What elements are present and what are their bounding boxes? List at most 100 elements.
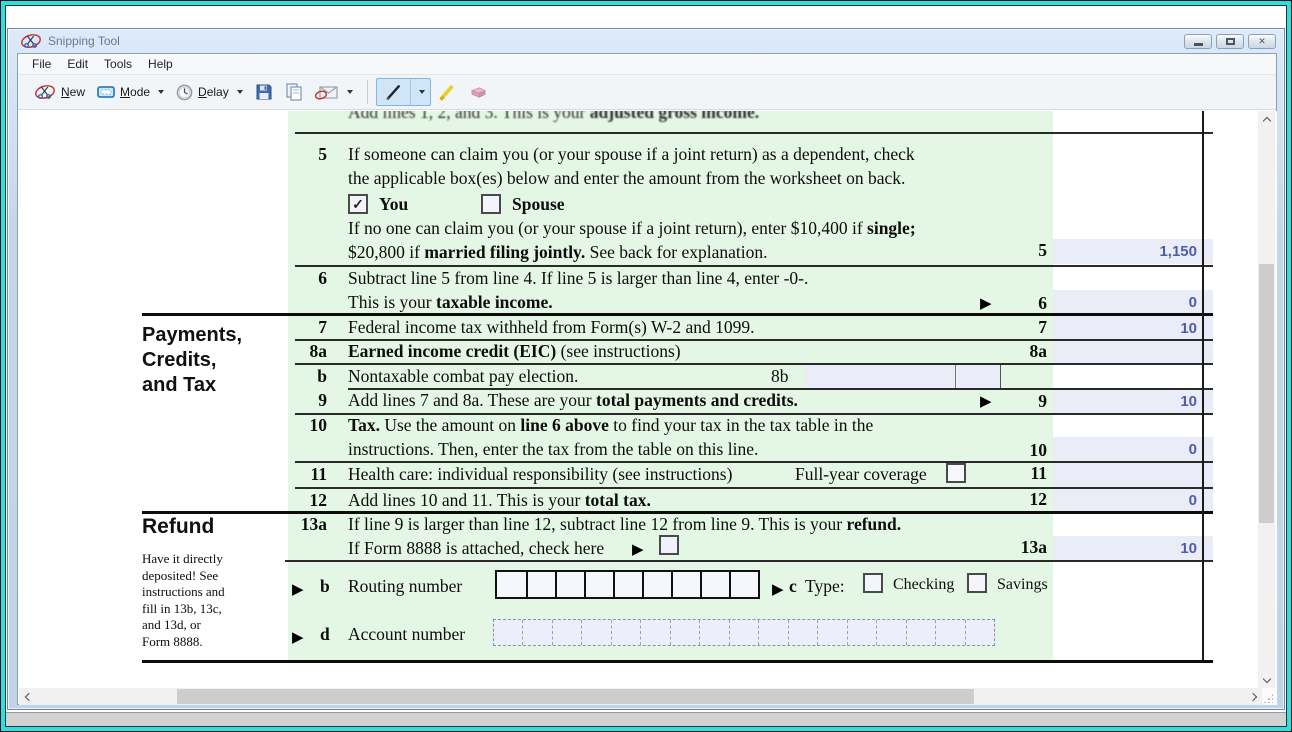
- email-dropdown-icon[interactable]: [347, 90, 353, 94]
- line7-text: Federal income tax withheld from Form(s)…: [348, 317, 754, 338]
- menu-help[interactable]: Help: [140, 55, 181, 73]
- chevron-down-icon: [1262, 674, 1270, 682]
- line11-number: 11: [275, 464, 327, 485]
- routing-number-label: Routing number: [348, 576, 462, 597]
- title-bar[interactable]: Snipping Tool ✕: [8, 29, 1284, 53]
- pen-dropdown-icon: [419, 90, 425, 94]
- rule: [295, 487, 1213, 489]
- rule: [295, 265, 1213, 267]
- line8b-text: Nontaxable combat pay election.: [348, 366, 578, 387]
- line5-number: 5: [275, 144, 327, 165]
- line8b-field: [805, 365, 1001, 388]
- line5-ref: 5: [995, 240, 1047, 261]
- line13d-arrow-icon: ▶: [292, 628, 304, 646]
- pen-button-selected[interactable]: [376, 78, 431, 106]
- menu-file[interactable]: File: [24, 55, 59, 73]
- save-button[interactable]: [249, 79, 279, 105]
- chevron-left-icon: [24, 692, 32, 700]
- type-label: Type:: [805, 576, 845, 597]
- toolbar-separator: [367, 80, 368, 104]
- line13a-ref: 13a: [995, 537, 1047, 558]
- rule: [295, 363, 1213, 365]
- checking-checkbox: [863, 573, 883, 593]
- line5-text3: If no one can claim you (or your spouse …: [348, 218, 916, 239]
- maximize-button[interactable]: [1216, 34, 1244, 49]
- scroll-left-button[interactable]: [19, 688, 36, 705]
- full-year-coverage-label: Full-year coverage: [795, 464, 927, 485]
- line9-amount-field: 10: [1053, 389, 1213, 413]
- section-rule: [142, 313, 1213, 316]
- mode-button[interactable]: Mode: [91, 81, 170, 103]
- scrollbar-corner: [1262, 688, 1275, 705]
- line10-text2: instructions. Then, enter the tax from t…: [348, 439, 758, 460]
- delay-button[interactable]: Delay: [170, 80, 249, 105]
- full-year-coverage-checkbox: [946, 463, 966, 483]
- teal-border-frame: Snipping Tool ✕ File Edit Tools Help: [1, 1, 1291, 731]
- chevron-up-icon: [1262, 116, 1270, 124]
- line6-text1: Subtract line 5 from line 4. If line 5 i…: [348, 268, 808, 289]
- menu-edit[interactable]: Edit: [59, 55, 96, 73]
- line5-text2: the applicable box(es) below and enter t…: [348, 168, 905, 189]
- line11-text: Health care: individual responsibility (…: [348, 464, 732, 485]
- highlighter-button[interactable]: [431, 79, 462, 106]
- line5-amount-field: 1,150: [1053, 239, 1213, 264]
- toolbar: New Mode: [18, 75, 1276, 110]
- menu-tools[interactable]: Tools: [96, 55, 140, 73]
- scroll-down-button[interactable]: [1258, 672, 1275, 688]
- delay-dropdown-icon[interactable]: [237, 90, 243, 94]
- refund-heading: Refund: [142, 515, 214, 539]
- vertical-scrollbar[interactable]: [1258, 111, 1275, 688]
- desktop-bottom-strip: [6, 712, 1286, 726]
- window-title: Snipping Tool: [48, 34, 120, 48]
- vertical-scrollbar-thumb[interactable]: [1259, 264, 1274, 523]
- you-label: You: [379, 194, 408, 215]
- line6-arrow-icon: ▶: [980, 294, 992, 312]
- line10-ref: 10: [995, 440, 1047, 461]
- eraser-icon: [468, 85, 489, 100]
- close-button[interactable]: ✕: [1248, 34, 1276, 49]
- copy-button[interactable]: [279, 78, 309, 106]
- scroll-right-button[interactable]: [1245, 688, 1262, 705]
- line6-text2: This is your taxable income.: [348, 292, 553, 313]
- save-icon: [255, 83, 273, 101]
- resize-grip-icon: [1263, 693, 1273, 703]
- line7-ref: 7: [995, 317, 1047, 338]
- account-number-field: [493, 619, 995, 646]
- window-client-area: File Edit Tools Help: [17, 53, 1277, 705]
- line13a-text2: If Form 8888 is attached, check here: [348, 538, 604, 559]
- spouse-label: Spouse: [512, 194, 565, 215]
- savings-label: Savings: [997, 576, 1048, 594]
- line7-amount-field: 10: [1053, 316, 1213, 340]
- minimize-button[interactable]: [1184, 34, 1212, 49]
- eraser-button[interactable]: [462, 81, 495, 104]
- line11-amount-field: [1053, 462, 1213, 488]
- snip-content-area: Add lines 1, 2, and 3. This is your adju…: [19, 111, 1277, 705]
- scissors-icon: [34, 83, 56, 101]
- line13a-amount-field: 10: [1053, 536, 1213, 561]
- horizontal-scrollbar-thumb[interactable]: [177, 689, 974, 704]
- clock-icon: [176, 84, 193, 101]
- email-button[interactable]: [309, 79, 359, 105]
- line8a-number: 8a: [275, 341, 327, 362]
- line5-text1: If someone can claim you (or your spouse…: [348, 144, 915, 165]
- maximize-icon: [1226, 38, 1235, 45]
- line12-number: 12: [275, 490, 327, 511]
- checking-label: Checking: [893, 576, 954, 594]
- line13c-number: c: [789, 576, 797, 597]
- mode-dropdown-icon[interactable]: [158, 90, 164, 94]
- form8888-checkbox: [659, 535, 679, 555]
- new-button[interactable]: New: [28, 79, 91, 105]
- snipping-tool-window: Snipping Tool ✕ File Edit Tools Help: [7, 28, 1285, 710]
- line13a-arrow-icon: ▶: [632, 540, 644, 558]
- horizontal-scrollbar[interactable]: [19, 688, 1262, 705]
- pen-dropdown[interactable]: [410, 79, 430, 105]
- line12-amount-field: 0: [1053, 488, 1213, 512]
- new-label: New: [61, 85, 85, 99]
- close-icon: ✕: [1258, 37, 1266, 46]
- copy-icon: [285, 82, 303, 102]
- scroll-up-button[interactable]: [1258, 111, 1275, 127]
- chevron-right-icon: [1248, 692, 1256, 700]
- line10-number: 10: [275, 415, 327, 436]
- line9-number: 9: [275, 390, 327, 411]
- line6-number: 6: [275, 268, 327, 289]
